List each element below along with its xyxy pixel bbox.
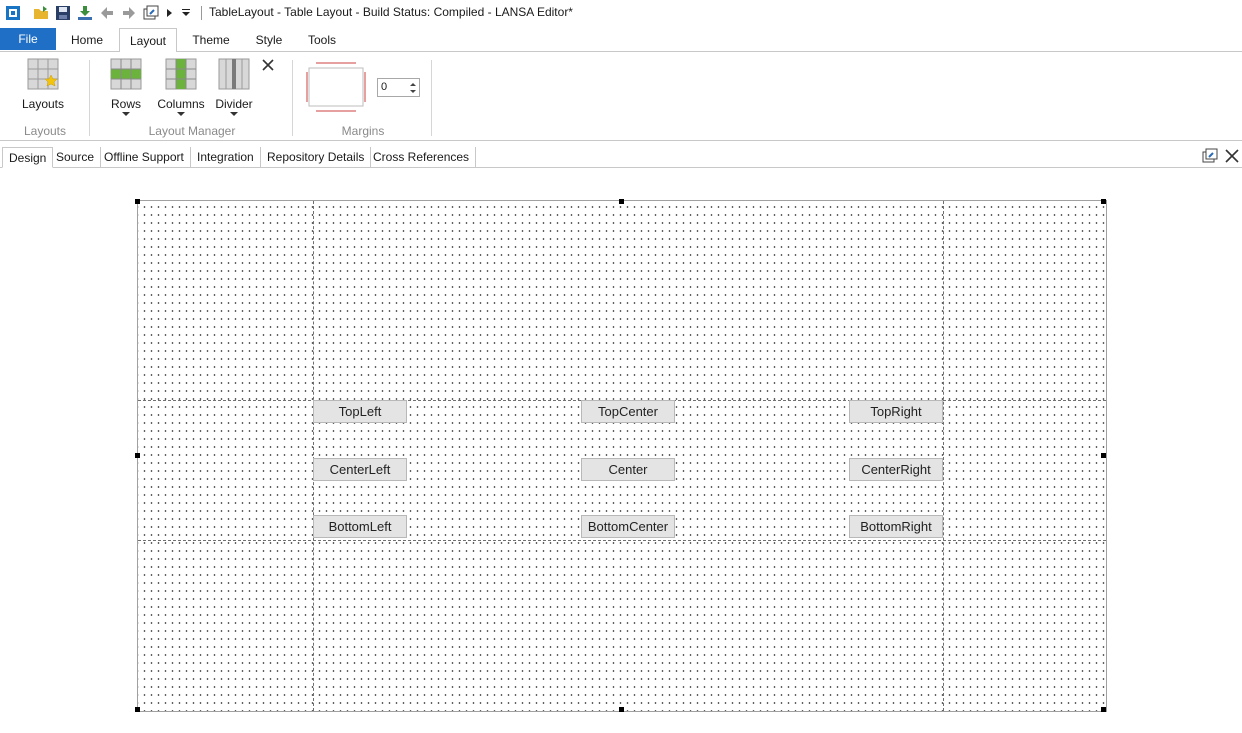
tab-integration[interactable]: Integration bbox=[191, 147, 261, 168]
margins-group-label: Margins bbox=[341, 124, 385, 138]
resize-handle[interactable] bbox=[135, 199, 140, 204]
group-separator bbox=[292, 60, 293, 136]
bottom-right-button[interactable]: BottomRight bbox=[849, 515, 943, 538]
top-left-button[interactable]: TopLeft bbox=[313, 400, 407, 423]
rows-button[interactable]: Rows bbox=[107, 58, 145, 116]
tab-cross-references[interactable]: Cross References bbox=[367, 147, 477, 168]
margin-value: 0 bbox=[381, 81, 388, 93]
undock-icon[interactable] bbox=[1202, 148, 1218, 164]
margin-spinner[interactable]: 0 bbox=[377, 78, 420, 97]
group-separator bbox=[431, 60, 432, 136]
columns-button-label: Columns bbox=[157, 97, 205, 111]
tab-layout[interactable]: Layout bbox=[119, 28, 177, 53]
resize-handle[interactable] bbox=[135, 707, 140, 712]
document-tab-bar: Design Source Offline Support Integratio… bbox=[0, 146, 1242, 168]
chevron-down-icon bbox=[230, 112, 238, 116]
tab-design[interactable]: Design bbox=[2, 147, 54, 168]
bottom-left-button[interactable]: BottomLeft bbox=[313, 515, 407, 538]
tab-tools[interactable]: Tools bbox=[298, 28, 346, 52]
rows-icon bbox=[107, 58, 145, 93]
open-folder-icon[interactable] bbox=[32, 4, 50, 22]
back-arrow-icon[interactable] bbox=[98, 4, 116, 22]
columns-icon bbox=[155, 58, 207, 93]
spin-up-icon[interactable] bbox=[410, 83, 416, 86]
top-center-button[interactable]: TopCenter bbox=[581, 400, 675, 423]
top-right-button[interactable]: TopRight bbox=[849, 400, 943, 423]
layouts-group-label: Layouts bbox=[23, 124, 67, 138]
ribbon-panel: Layouts Layouts Rows Columns Divider Lay… bbox=[0, 52, 1242, 141]
layout-manager-group-label: Layout Manager bbox=[148, 124, 236, 138]
tab-file[interactable]: File bbox=[0, 28, 56, 50]
rows-button-label: Rows bbox=[110, 97, 141, 111]
app-icon[interactable] bbox=[4, 4, 22, 22]
tab-source[interactable]: Source bbox=[50, 147, 102, 168]
chevron-down-icon bbox=[177, 112, 185, 116]
resize-handle[interactable] bbox=[619, 707, 624, 712]
save-icon[interactable] bbox=[54, 4, 72, 22]
tab-offline-support[interactable]: Offline Support bbox=[98, 147, 191, 168]
column-divider[interactable] bbox=[313, 201, 314, 711]
resize-handle[interactable] bbox=[1101, 707, 1106, 712]
center-left-button[interactable]: CenterLeft bbox=[313, 458, 407, 481]
center-button[interactable]: Center bbox=[581, 458, 675, 481]
ribbon-tab-bar: File Home Layout Theme Style Tools bbox=[0, 28, 1242, 53]
layouts-button[interactable]: Layouts bbox=[20, 58, 66, 111]
divider-button-label: Divider bbox=[215, 97, 253, 111]
close-icon[interactable] bbox=[261, 58, 275, 72]
divider-icon bbox=[213, 58, 255, 93]
toolbar-separator bbox=[201, 6, 202, 20]
resize-handle[interactable] bbox=[135, 453, 140, 458]
forward-arrow-icon[interactable] bbox=[120, 4, 138, 22]
window-title: TableLayout - Table Layout - Build Statu… bbox=[209, 5, 573, 19]
margin-preview bbox=[306, 62, 366, 112]
center-right-button[interactable]: CenterRight bbox=[849, 458, 943, 481]
divider-button[interactable]: Divider bbox=[213, 58, 255, 116]
tab-repository-details[interactable]: Repository Details bbox=[261, 147, 372, 168]
spin-down-icon[interactable] bbox=[410, 90, 416, 93]
row-divider[interactable] bbox=[138, 540, 1106, 541]
resize-handle[interactable] bbox=[619, 199, 624, 204]
resize-handle[interactable] bbox=[1101, 199, 1106, 204]
resize-handle[interactable] bbox=[1101, 453, 1106, 458]
design-canvas[interactable]: TopLeft TopCenter TopRight CenterLeft Ce… bbox=[137, 200, 1107, 712]
layouts-button-label: Layouts bbox=[21, 97, 65, 111]
close-icon[interactable] bbox=[1224, 148, 1240, 164]
columns-button[interactable]: Columns bbox=[155, 58, 207, 116]
column-divider[interactable] bbox=[943, 201, 944, 711]
tab-home[interactable]: Home bbox=[60, 28, 114, 52]
tab-theme[interactable]: Theme bbox=[182, 28, 240, 52]
install-icon[interactable] bbox=[76, 4, 94, 22]
tab-style[interactable]: Style bbox=[246, 28, 292, 52]
chevron-down-icon bbox=[122, 112, 130, 116]
title-bar: TableLayout - Table Layout - Build Statu… bbox=[0, 0, 1242, 26]
window-icon[interactable] bbox=[142, 4, 160, 22]
dropdown-icon[interactable] bbox=[180, 4, 192, 22]
layouts-grid-icon bbox=[20, 58, 66, 93]
bottom-center-button[interactable]: BottomCenter bbox=[581, 515, 675, 538]
play-icon[interactable] bbox=[164, 4, 176, 22]
group-separator bbox=[89, 60, 90, 136]
